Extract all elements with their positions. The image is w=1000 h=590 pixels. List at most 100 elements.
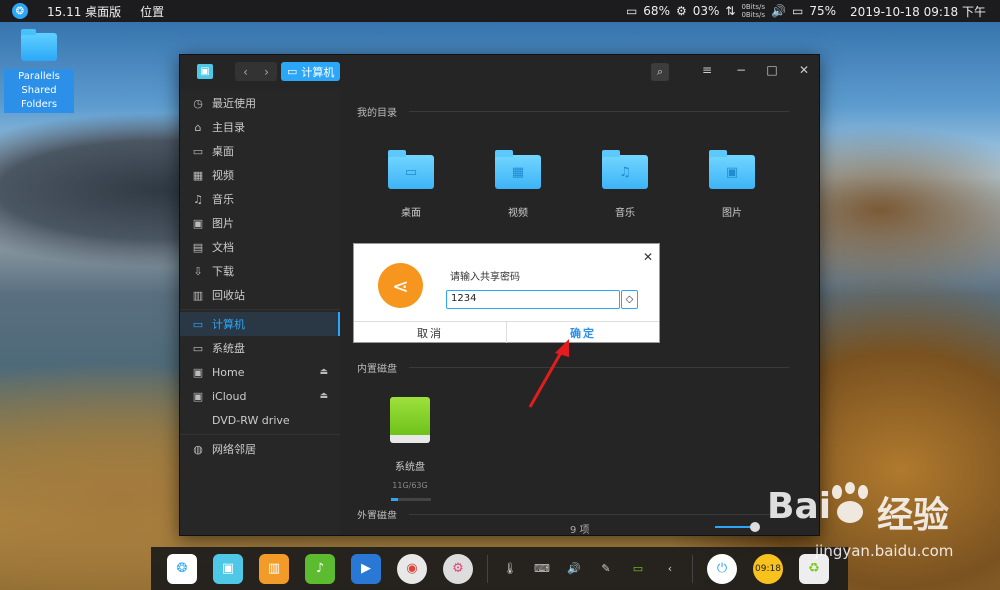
desktop-shared-folder[interactable]: Parallels Shared Folders xyxy=(4,29,74,113)
picture-folder-icon: ▣ xyxy=(709,150,755,189)
network-speed: 0Bits/s 0Bits/s xyxy=(741,3,765,19)
download-icon: ⇩ xyxy=(193,264,203,278)
battery-icon[interactable]: ▭ xyxy=(792,4,803,18)
sidebar-item-desktop[interactable]: ▭ 桌面 xyxy=(180,139,340,163)
power-dock-icon[interactable]: ⏻ xyxy=(707,553,737,584)
folder-desktop[interactable]: ▭ 桌面 xyxy=(381,150,441,219)
chrome-dock-icon[interactable]: ◉ xyxy=(397,553,427,584)
dialog-buttons: 取消 确定 xyxy=(354,321,659,343)
sidebar-item-label: 系统盘 xyxy=(212,342,245,355)
sidebar-item-dvd[interactable]: DVD-RW drive xyxy=(180,408,340,432)
cpu-icon[interactable]: ⚙ xyxy=(676,4,687,18)
back-icon[interactable]: ‹ xyxy=(243,65,248,79)
launcher-icon[interactable]: ❂ xyxy=(12,3,28,19)
store-dock-icon[interactable]: ▥ xyxy=(259,553,289,584)
sidebar-item-pictures[interactable]: ▣ 图片 xyxy=(180,211,340,235)
folder-music[interactable]: ♫ 音乐 xyxy=(595,150,655,219)
chevron-left-icon[interactable]: ‹ xyxy=(660,559,680,579)
network-arrow-icon: ⇅ xyxy=(725,4,736,18)
close-icon[interactable]: ✕ xyxy=(796,63,812,77)
folder-pictures[interactable]: ▣ 图片 xyxy=(702,150,762,219)
volume-icon[interactable]: 🔊 xyxy=(771,4,786,18)
net-up: 0Bits/s xyxy=(741,3,766,11)
settings-dock-icon[interactable]: ⚙ xyxy=(443,553,473,584)
sidebar-item-label: 文档 xyxy=(212,241,234,254)
section-external-disks: 外置磁盘 xyxy=(357,507,789,519)
drive-icon: ▣ xyxy=(192,365,204,379)
dock: ❂ ▣ ▥ ♪ ▶ ◉ ⚙ 🌡 ⌨ 🔊 ✎ ▭ ‹ ⏻ 09:18 ♻ xyxy=(151,547,848,590)
sidebar-item-icloud[interactable]: ▣ iCloud ⏏ xyxy=(180,384,340,408)
sidebar: ◷ 最近使用 ⌂ 主目录 ▭ 桌面 ▦ 视频 ♫ 音乐 ▣ 图片 ▤ 文档 ⇩ 下载 ▥ 回收站 … xyxy=(180,89,340,535)
sidebar-divider xyxy=(180,434,340,435)
baidu-watermark: Bai 经验 jingyan.baidu.com xyxy=(765,478,995,568)
launcher-dock-icon[interactable]: ❂ xyxy=(167,553,197,584)
sidebar-item-home-drive[interactable]: ▣ Home ⏏ xyxy=(180,360,340,384)
system-disk-size: 11G/63G xyxy=(392,481,428,490)
maximize-icon[interactable]: □ xyxy=(764,63,780,77)
sidebar-item-label: 视频 xyxy=(212,169,234,182)
cancel-button[interactable]: 取消 xyxy=(354,322,507,343)
volume-icon[interactable]: 🔊 xyxy=(564,559,584,579)
trash-icon: ▥ xyxy=(192,288,204,302)
share-icon: ⋖ xyxy=(378,263,423,308)
watermark-url: jingyan.baidu.com xyxy=(815,542,954,560)
sidebar-item-network[interactable]: ◍ 网络邻居 xyxy=(180,437,340,461)
file-manager-app-icon: ▣ xyxy=(197,64,213,79)
sidebar-item-home[interactable]: ⌂ 主目录 xyxy=(180,115,340,139)
sidebar-item-label: 图片 xyxy=(212,217,234,230)
dock-divider xyxy=(487,554,488,583)
sidebar-item-label: 下载 xyxy=(212,265,234,278)
show-password-icon[interactable]: ◇ xyxy=(621,290,638,309)
datetime[interactable]: 2019-10-18 09:18 下午 xyxy=(850,3,986,20)
sidebar-item-trash[interactable]: ▥ 回收站 xyxy=(180,283,340,307)
status-bar: 9 项 xyxy=(340,519,819,536)
desktop-version[interactable]: 15.11 桌面版 xyxy=(47,3,121,20)
eject-icon[interactable]: ⏏ xyxy=(319,367,328,377)
disk-usage-icon[interactable]: ▭ xyxy=(626,4,637,18)
folder-icon xyxy=(21,29,57,61)
menu-icon[interactable]: ≡ xyxy=(699,63,715,77)
sidebar-item-system-disk[interactable]: ▭ 系统盘 xyxy=(180,336,340,360)
thermometer-icon[interactable]: 🌡 xyxy=(500,559,520,579)
breadcrumb-label: 计算机 xyxy=(301,65,335,79)
keyboard-icon[interactable]: ⌨ xyxy=(532,559,552,579)
sidebar-item-videos[interactable]: ▦ 视频 xyxy=(180,163,340,187)
sidebar-item-music[interactable]: ♫ 音乐 xyxy=(180,187,340,211)
picture-icon: ▣ xyxy=(192,216,204,230)
forward-icon[interactable]: › xyxy=(264,65,269,79)
sidebar-item-downloads[interactable]: ⇩ 下载 xyxy=(180,259,340,283)
sidebar-item-label: 主目录 xyxy=(212,121,245,134)
paw-icon xyxy=(832,482,868,523)
breadcrumb[interactable]: ▭ 计算机 xyxy=(281,62,341,81)
eject-icon[interactable]: ⏏ xyxy=(319,391,328,401)
folder-label: 音乐 xyxy=(615,208,635,219)
search-icon[interactable]: ⌕ xyxy=(651,63,669,81)
clock-icon: ◷ xyxy=(193,96,203,110)
sidebar-item-label: DVD-RW drive xyxy=(212,413,290,427)
folder-videos[interactable]: ▦ 视频 xyxy=(488,150,548,219)
close-icon[interactable]: ✕ xyxy=(643,250,653,264)
network-icon: ◍ xyxy=(193,442,203,456)
music-player-dock-icon[interactable]: ♪ xyxy=(305,553,335,584)
pen-icon[interactable]: ✎ xyxy=(596,559,616,579)
file-manager-dock-icon[interactable]: ▣ xyxy=(213,553,243,584)
sidebar-item-recent[interactable]: ◷ 最近使用 xyxy=(180,91,340,115)
places-menu[interactable]: 位置 xyxy=(140,3,164,20)
sidebar-item-label: 网络邻居 xyxy=(212,443,256,456)
minimize-icon[interactable]: − xyxy=(733,63,749,77)
disk-usage: 68% xyxy=(643,4,670,18)
sidebar-divider xyxy=(180,309,340,310)
music-icon: ♫ xyxy=(193,192,203,206)
battery-icon[interactable]: ▭ xyxy=(628,559,648,579)
video-player-dock-icon[interactable]: ▶ xyxy=(351,553,381,584)
net-down: 0Bits/s xyxy=(741,11,766,19)
zoom-slider[interactable] xyxy=(715,522,760,532)
zoom-slider-handle[interactable] xyxy=(750,522,760,532)
item-count: 9 项 xyxy=(570,525,590,536)
desktop-icon: ▭ xyxy=(192,144,204,158)
password-input[interactable]: 1234 xyxy=(446,290,620,309)
drive-icon: ▣ xyxy=(192,389,204,403)
sidebar-item-documents[interactable]: ▤ 文档 xyxy=(180,235,340,259)
system-disk-icon[interactable] xyxy=(390,397,430,443)
sidebar-item-computer[interactable]: ▭ 计算机 xyxy=(180,312,340,336)
